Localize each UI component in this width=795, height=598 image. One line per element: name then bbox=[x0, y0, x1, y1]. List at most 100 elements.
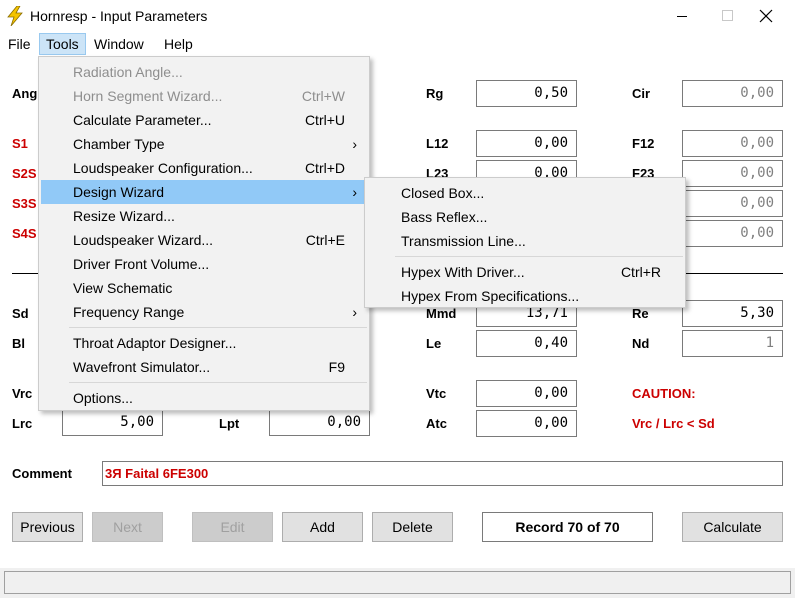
cir-input[interactable]: 0,00 bbox=[682, 80, 783, 107]
nd-input[interactable]: 1 bbox=[682, 330, 783, 357]
label-cir: Cir bbox=[632, 86, 651, 101]
status-bar bbox=[4, 571, 791, 594]
menu-item-label: Hypex With Driver... bbox=[401, 264, 525, 280]
label-s2: S2S bbox=[12, 166, 37, 181]
re-input[interactable]: 5,30 bbox=[682, 300, 783, 327]
menu-item-label: Wavefront Simulator... bbox=[73, 359, 211, 375]
chevron-right-icon: › bbox=[352, 184, 357, 200]
chevron-right-icon: › bbox=[352, 136, 357, 152]
menu-help[interactable]: Help bbox=[158, 33, 199, 55]
calculate-button[interactable]: Calculate bbox=[682, 512, 783, 542]
minimize-icon bbox=[677, 16, 687, 17]
lrc-input[interactable]: 5,00 bbox=[62, 409, 163, 436]
menu-item-label: Chamber Type bbox=[73, 136, 165, 152]
menu-item-shortcut: Ctrl+U bbox=[304, 112, 345, 128]
menu-radiation-angle[interactable]: Radiation Angle... bbox=[41, 60, 367, 84]
label-atc: Atc bbox=[426, 416, 447, 431]
minimize-button[interactable] bbox=[659, 0, 705, 32]
label-sd: Sd bbox=[12, 306, 29, 321]
menu-resize-wizard[interactable]: Resize Wizard... bbox=[41, 204, 367, 228]
menu-throat-adaptor-designer[interactable]: Throat Adaptor Designer... bbox=[41, 331, 367, 355]
label-l12: L12 bbox=[426, 136, 449, 151]
menu-loudspeaker-configuration[interactable]: Loudspeaker Configuration... Ctrl+D bbox=[41, 156, 367, 180]
label-s4: S4S bbox=[12, 226, 37, 241]
caution-title: CAUTION: bbox=[632, 386, 696, 401]
menu-frequency-range[interactable]: Frequency Range › bbox=[41, 300, 367, 324]
l12-input[interactable]: 0,00 bbox=[476, 130, 577, 157]
menu-separator bbox=[69, 327, 367, 328]
menu-item-label: Radiation Angle... bbox=[73, 64, 183, 80]
delete-button[interactable]: Delete bbox=[372, 512, 453, 542]
menu-chamber-type[interactable]: Chamber Type › bbox=[41, 132, 367, 156]
label-nd: Nd bbox=[632, 336, 650, 351]
f23-input[interactable]: 0,00 bbox=[682, 160, 783, 187]
menu-item-label: Frequency Range bbox=[73, 304, 185, 320]
f12-input[interactable]: 0,00 bbox=[682, 130, 783, 157]
vtc-input[interactable]: 0,00 bbox=[476, 380, 577, 407]
menu-options[interactable]: Options... bbox=[41, 386, 367, 410]
label-vrc: Vrc bbox=[12, 386, 33, 401]
label-lrc: Lrc bbox=[12, 416, 33, 431]
menu-item-label: View Schematic bbox=[73, 280, 173, 296]
label-s3: S3S bbox=[12, 196, 37, 211]
edit-button[interactable]: Edit bbox=[192, 512, 273, 542]
menu-item-shortcut: Ctrl+W bbox=[301, 88, 345, 104]
label-re: Re bbox=[632, 306, 649, 321]
menu-file[interactable]: File bbox=[2, 33, 37, 55]
menu-driver-front-volume[interactable]: Driver Front Volume... bbox=[41, 252, 367, 276]
menu-tools[interactable]: Tools bbox=[39, 33, 86, 55]
menu-item-label: Bass Reflex... bbox=[401, 209, 488, 225]
menu-horn-segment-wizard[interactable]: Horn Segment Wizard... Ctrl+W bbox=[41, 84, 367, 108]
previous-button[interactable]: Previous bbox=[12, 512, 83, 542]
le-input[interactable]: 0,40 bbox=[476, 330, 577, 357]
menu-closed-box[interactable]: Closed Box... bbox=[367, 181, 683, 205]
label-s1: S1 bbox=[12, 136, 28, 151]
label-lpt: Lpt bbox=[219, 416, 240, 431]
menu-bass-reflex[interactable]: Bass Reflex... bbox=[367, 205, 683, 229]
add-button[interactable]: Add bbox=[282, 512, 363, 542]
close-button[interactable] bbox=[743, 0, 789, 32]
atc-input[interactable]: 0,00 bbox=[476, 410, 577, 437]
menu-wavefront-simulator[interactable]: Wavefront Simulator... F9 bbox=[41, 355, 367, 379]
lightning-bolt-icon[interactable] bbox=[6, 5, 24, 27]
label-bl: Bl bbox=[12, 336, 25, 351]
menu-item-label: Hypex From Specifications... bbox=[401, 288, 580, 304]
menu-item-label: Throat Adaptor Designer... bbox=[73, 335, 237, 351]
design-wizard-submenu: Closed Box... Bass Reflex... Transmissio… bbox=[364, 177, 686, 308]
menu-window[interactable]: Window bbox=[88, 33, 150, 55]
menu-item-label: Calculate Parameter... bbox=[73, 112, 212, 128]
menu-view-schematic[interactable]: View Schematic bbox=[41, 276, 367, 300]
menu-hypex-from-specifications[interactable]: Hypex From Specifications... bbox=[367, 284, 683, 308]
comment-input[interactable]: 3Я Faital 6FE300 bbox=[102, 461, 783, 486]
f34-input[interactable]: 0,00 bbox=[682, 190, 783, 217]
menu-item-shortcut: Ctrl+R bbox=[620, 264, 661, 280]
menu-item-shortcut: Ctrl+D bbox=[304, 160, 345, 176]
menu-calculate-parameter[interactable]: Calculate Parameter... Ctrl+U bbox=[41, 108, 367, 132]
caution-message: Vrc / Lrc < Sd bbox=[632, 416, 715, 431]
next-button[interactable]: Next bbox=[92, 512, 163, 542]
label-mmd: Mmd bbox=[426, 306, 457, 321]
menu-item-label: Closed Box... bbox=[401, 185, 485, 201]
menu-design-wizard[interactable]: Design Wizard › bbox=[41, 180, 367, 204]
label-comment: Comment bbox=[12, 466, 72, 481]
label-rg: Rg bbox=[426, 86, 444, 101]
label-f12: F12 bbox=[632, 136, 655, 151]
menu-item-label: Transmission Line... bbox=[401, 233, 526, 249]
window-title: Hornresp - Input Parameters bbox=[30, 8, 208, 24]
f45-input[interactable]: 0,00 bbox=[682, 220, 783, 247]
menu-hypex-with-driver[interactable]: Hypex With Driver... Ctrl+R bbox=[367, 260, 683, 284]
tools-menu: Radiation Angle... Horn Segment Wizard..… bbox=[38, 56, 370, 411]
menu-item-label: Horn Segment Wizard... bbox=[73, 88, 223, 104]
menu-item-label: Driver Front Volume... bbox=[73, 256, 210, 272]
menu-item-shortcut: Ctrl+E bbox=[305, 232, 345, 248]
menu-transmission-line[interactable]: Transmission Line... bbox=[367, 229, 683, 253]
lpt-input[interactable]: 0,00 bbox=[269, 409, 370, 436]
rg-input[interactable]: 0,50 bbox=[476, 80, 577, 107]
menu-loudspeaker-wizard[interactable]: Loudspeaker Wizard... Ctrl+E bbox=[41, 228, 367, 252]
menu-item-label: Loudspeaker Configuration... bbox=[73, 160, 253, 176]
maximize-icon bbox=[722, 10, 733, 21]
menu-item-label: Design Wizard bbox=[73, 184, 165, 200]
label-ang: Ang bbox=[12, 86, 38, 101]
menu-separator bbox=[395, 256, 683, 257]
menu-item-label: Options... bbox=[73, 390, 133, 406]
